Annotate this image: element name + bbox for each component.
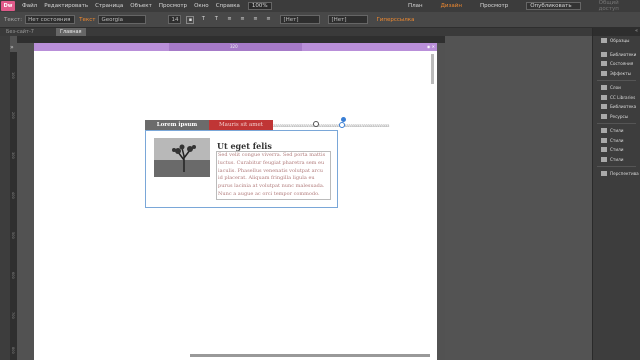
menu-view[interactable]: Просмотр [159,3,187,9]
content-heading: Ut eget felis [217,141,272,151]
expand-left-icon[interactable]: » [10,44,14,51]
media-query-label: 320 [230,44,238,49]
menu-window[interactable]: Окно [194,3,209,9]
text-label: Текст: [4,16,23,23]
state-field[interactable]: Нет состояния [25,15,76,24]
styles-icon [601,128,607,134]
align-right-icon[interactable]: ≡ [251,16,259,24]
left-tools [0,36,10,360]
panel-item[interactable]: Перспектива [593,169,640,179]
panel-item[interactable]: Состояния [593,59,640,69]
panel-expand-icon[interactable]: « [593,28,640,36]
add-element-icon[interactable] [341,117,346,122]
panel-item[interactable]: Ресурсы [593,112,640,122]
horizontal-ruler [17,36,445,43]
panel-item[interactable]: Библиотеки [593,50,640,60]
assets-icon [601,113,607,119]
right-panel: « Образцы Библиотеки Состояния Эффекты С… [592,28,640,360]
styles-icon [601,156,607,162]
swatches-icon [601,38,607,44]
menu-page[interactable]: Страница [95,3,123,9]
nav-item-lorem[interactable]: Lorem ipsum [145,120,209,130]
layers-icon [601,85,607,91]
panel-item[interactable]: Библиотека [593,102,640,112]
tree-image-svg [154,138,210,177]
menu-edit[interactable]: Редактировать [44,3,88,9]
selection-handle-icon[interactable] [313,121,319,127]
panel-item[interactable]: Стили [593,136,640,146]
properties-toolbar: Текст: Нет состояния Текст Georgia 14 ▪ … [0,12,640,28]
font-select[interactable]: Georgia [98,15,147,24]
media-query-controls-icon[interactable]: ◉ ✕ [427,44,435,49]
document-tabs: Без-сайт-7 Главная [0,28,592,36]
workspace-preview[interactable]: Просмотр [480,3,508,9]
menu-object[interactable]: Объект [130,3,152,9]
font-size-field[interactable]: 14 [168,15,182,24]
tab-site[interactable]: Без-сайт-7 [6,29,34,35]
justify-icon[interactable]: ≡ [264,16,272,24]
horizontal-scrollbar[interactable] [190,354,430,357]
type-icon[interactable]: T [199,16,207,24]
vertical-ruler: 100 200 300 400 500 600 700 800 [10,52,17,360]
styles-icon [601,147,607,153]
panel-item[interactable]: Стили [593,126,640,136]
content-paragraph: Sed velit congue viverra. Sed porta matt… [216,151,331,200]
panel-item[interactable]: Слои [593,83,640,93]
menu-help[interactable]: Справка [216,3,240,9]
library2-icon [601,104,607,110]
styles-icon [601,137,607,143]
publish-button[interactable]: Опубликовать [526,2,581,10]
style-select[interactable]: [Нет] [328,15,369,24]
resize-handle-icon[interactable] [339,122,345,128]
panel-item[interactable]: Стили [593,155,640,165]
tab-main[interactable]: Главная [55,28,86,36]
workspace-design[interactable]: Дизайн [441,3,462,9]
perspective-icon [601,171,607,177]
app-logo: Dw [1,1,15,11]
align-center-icon[interactable]: ≡ [238,16,246,24]
hyperlink-label[interactable]: Гиперссылка [376,17,414,23]
nav-item-mauris[interactable]: Mauris sit amet [209,120,273,130]
workspace-plan[interactable]: План [408,3,423,9]
zoom-select[interactable]: 100% [247,2,272,10]
states-icon [601,61,607,67]
menu-bar: Dw Файл Редактировать Страница Объект Пр… [0,0,640,12]
panel-item[interactable]: Образцы [593,36,640,46]
effects-icon [601,70,607,76]
media-query-bar[interactable]: 320 ◉ ✕ [34,43,437,51]
shared-access[interactable]: Общий доступ [599,0,622,12]
library-icon [601,51,607,57]
vertical-scrollbar[interactable] [431,54,434,84]
class-select[interactable]: [Нет] [280,15,321,24]
align-left-icon[interactable]: ≡ [225,16,233,24]
panel-item[interactable]: Стили [593,145,640,155]
overflow-text: aaaaaaaaaaaaaaaaaaaaaaaaaaaaaaaaaaaaaaaa… [273,123,390,128]
type-icon-2[interactable]: T [212,16,220,24]
cc-libraries-icon [601,94,607,100]
panel-item[interactable]: CC Libraries [593,93,640,103]
menu-file[interactable]: Файл [22,3,37,9]
tree-image[interactable] [154,138,210,177]
panel-item[interactable]: Эффекты [593,69,640,79]
text2-label: Текст [79,16,96,23]
text-color-icon[interactable]: ▪ [186,15,195,24]
